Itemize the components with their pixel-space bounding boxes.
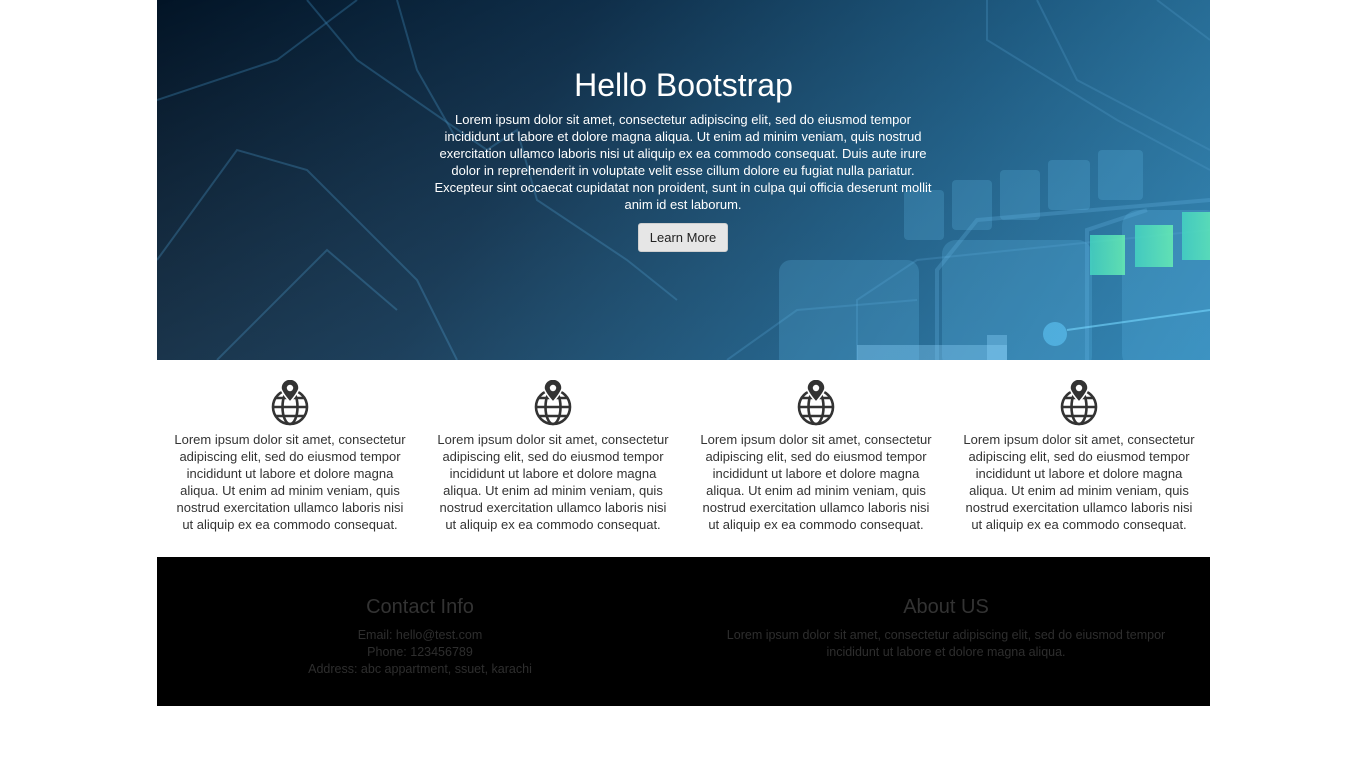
page: Hello Bootstrap Lorem ipsum dolor sit am… [157, 0, 1210, 706]
learn-more-button[interactable]: Learn More [638, 223, 728, 252]
contact-info-title: Contact Info [366, 596, 474, 618]
hero-title: Hello Bootstrap [574, 67, 793, 103]
hero-banner: Hello Bootstrap Lorem ipsum dolor sit am… [157, 0, 1210, 360]
about-us-title: About US [903, 596, 989, 618]
about-us-text: Lorem ipsum dolor sit amet, consectetur … [726, 628, 1166, 659]
contact-email: Email: hello@test.com [357, 628, 483, 642]
footer: Contact Info Email: hello@test.com Phone… [157, 557, 1210, 706]
feature-text: Lorem ipsum dolor sit amet, consectetur … [700, 432, 932, 532]
contact-phone: Phone: 123456789 [367, 645, 473, 659]
feature-card: Lorem ipsum dolor sit amet, consectetur … [435, 380, 671, 533]
feature-text: Lorem ipsum dolor sit amet, consectetur … [437, 432, 669, 532]
about-us-section: About US Lorem ipsum dolor sit amet, con… [713, 593, 1179, 661]
globe-location-icon [797, 380, 835, 426]
feature-text: Lorem ipsum dolor sit amet, consectetur … [963, 432, 1195, 532]
features-section: Lorem ipsum dolor sit amet, consectetur … [157, 360, 1210, 557]
feature-card: Lorem ipsum dolor sit amet, consectetur … [172, 380, 408, 533]
globe-location-icon [534, 380, 572, 426]
contact-info-section: Contact Info Email: hello@test.com Phone… [157, 593, 683, 678]
feature-card: Lorem ipsum dolor sit amet, consectetur … [961, 380, 1197, 533]
feature-card: Lorem ipsum dolor sit amet, consectetur … [698, 380, 934, 533]
feature-text: Lorem ipsum dolor sit amet, consectetur … [174, 432, 406, 532]
globe-location-icon [1060, 380, 1098, 426]
hero-description: Lorem ipsum dolor sit amet, consectetur … [434, 112, 932, 212]
contact-address: Address: abc appartment, ssuet, karachi [308, 662, 532, 676]
globe-location-icon [271, 380, 309, 426]
